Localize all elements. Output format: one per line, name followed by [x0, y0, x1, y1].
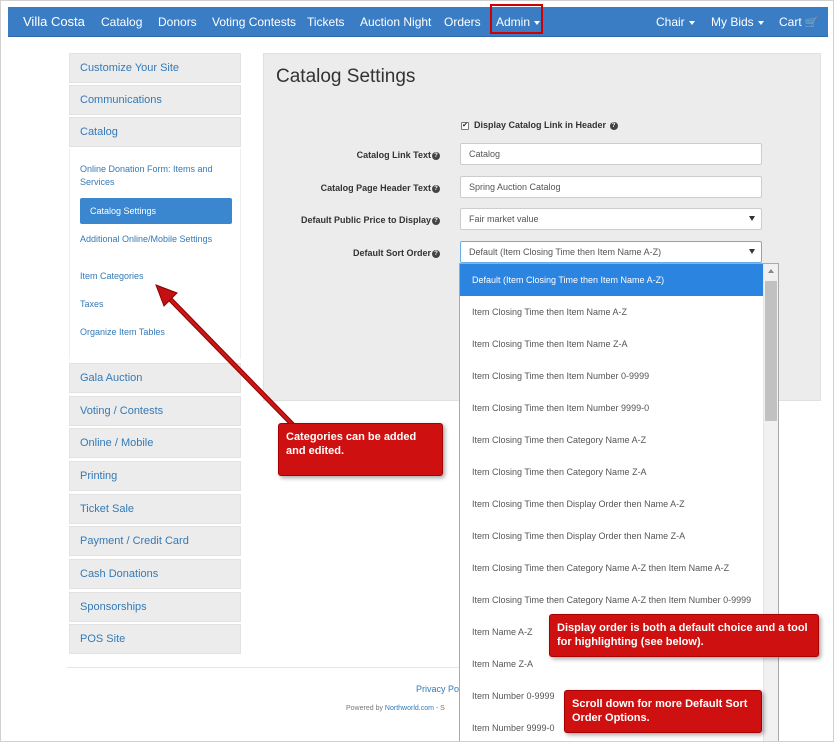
sort-option[interactable]: Item Closing Time then Category Name A-Z: [460, 424, 765, 456]
submenu-taxes[interactable]: Taxes: [80, 298, 232, 311]
sidebar-item-voting-contests[interactable]: Voting / Contests: [69, 396, 241, 426]
display-catalog-link-label: Display Catalog Link in Header ?: [474, 120, 618, 130]
display-catalog-link-checkbox[interactable]: ✔: [461, 122, 469, 130]
sidebar-item-gala-auction[interactable]: Gala Auction: [69, 363, 241, 393]
dropdown-arrow-icon: [749, 249, 755, 254]
page-title: Catalog Settings: [276, 66, 416, 87]
nav-my-bids-dropdown[interactable]: My Bids: [711, 7, 764, 37]
sort-option[interactable]: Item Closing Time then Display Order the…: [460, 520, 765, 552]
label-text: Default Public Price to Display: [300, 215, 431, 225]
callout-categories: Categories can be added and edited.: [278, 423, 443, 476]
default-sort-order-label: Default Sort Order?: [353, 248, 440, 258]
sort-option[interactable]: Item Closing Time then Category Name A-Z…: [460, 552, 765, 584]
nav-donors[interactable]: Donors: [158, 7, 197, 37]
sidebar-item-ticket-sale[interactable]: Ticket Sale: [69, 494, 241, 524]
caret-down-icon: [757, 20, 764, 25]
callout-scroll-down: Scroll down for more Default Sort Order …: [564, 690, 762, 733]
brand-link[interactable]: Villa Costa: [23, 7, 85, 37]
sidebar-item-customize-site[interactable]: Customize Your Site: [69, 53, 241, 83]
scrollbar-thumb[interactable]: [765, 281, 777, 421]
help-icon[interactable]: ?: [432, 151, 440, 160]
sidebar-item-cash-donations[interactable]: Cash Donations: [69, 559, 241, 589]
caret-down-icon: [688, 20, 695, 25]
checkbox-label-text: Display Catalog Link in Header: [474, 120, 607, 130]
sidebar-item-pos-site[interactable]: POS Site: [69, 624, 241, 654]
sort-option[interactable]: Item Closing Time then Category Name Z-A: [460, 456, 765, 488]
top-navbar: Villa Costa Catalog Donors Voting Contes…: [8, 7, 828, 37]
sort-option[interactable]: Item Closing Time then Display Order the…: [460, 488, 765, 520]
screenshot-frame: Villa Costa Catalog Donors Voting Contes…: [0, 0, 834, 742]
sort-option[interactable]: Item Closing Time then Item Number 9999-…: [460, 392, 765, 424]
nav-chair-label: Chair: [656, 15, 685, 29]
label-text: Catalog Page Header Text: [320, 183, 431, 193]
sort-order-options-list[interactable]: Default (Item Closing Time then Item Nam…: [459, 263, 779, 741]
help-icon[interactable]: ?: [432, 184, 440, 193]
dropdown-scrollbar[interactable]: [763, 264, 778, 741]
select-value: Default (Item Closing Time then Item Nam…: [469, 247, 662, 257]
default-price-select[interactable]: Fair market value: [460, 208, 762, 230]
nav-orders[interactable]: Orders: [444, 7, 481, 37]
sidebar-item-payment-credit-card[interactable]: Payment / Credit Card: [69, 526, 241, 556]
sort-option[interactable]: Item Closing Time then Item Name A-Z: [460, 296, 765, 328]
label-text: Catalog Link Text: [356, 150, 431, 160]
sidebar-item-online-mobile[interactable]: Online / Mobile: [69, 428, 241, 458]
nav-my-bids-label: My Bids: [711, 15, 754, 29]
sidebar-item-catalog[interactable]: Catalog: [69, 117, 241, 147]
scroll-up-arrow-icon[interactable]: [768, 269, 774, 273]
nav-cart-label: Cart: [779, 15, 802, 29]
powered-by-text: Powered by Northworld.com - S: [346, 705, 445, 712]
nav-auction-night[interactable]: Auction Night: [360, 7, 431, 37]
powered-by-prefix: Powered by: [346, 705, 385, 712]
sidebar-item-sponsorships[interactable]: Sponsorships: [69, 592, 241, 622]
sidebar-item-communications[interactable]: Communications: [69, 85, 241, 115]
help-icon[interactable]: ?: [609, 121, 618, 130]
help-icon[interactable]: ?: [432, 216, 440, 225]
callout-display-order: Display order is both a default choice a…: [549, 614, 819, 657]
admin-highlight-box: [490, 4, 543, 34]
dropdown-arrow-icon: [749, 216, 755, 221]
footer-divider: [67, 667, 461, 668]
powered-by-suffix: - S: [433, 705, 445, 712]
sort-option[interactable]: Item Closing Time then Item Name Z-A: [460, 328, 765, 360]
select-value: Fair market value: [469, 214, 539, 224]
sort-option[interactable]: Default (Item Closing Time then Item Nam…: [460, 264, 765, 296]
catalog-header-text-input[interactable]: Spring Auction Catalog: [460, 176, 762, 198]
cart-icon: 🛒: [804, 17, 819, 29]
nav-voting-contests[interactable]: Voting Contests: [212, 7, 296, 37]
nav-chair-dropdown[interactable]: Chair: [656, 7, 695, 37]
catalog-submenu: Online Donation Form: Items and Services…: [69, 149, 241, 359]
sidebar-item-printing[interactable]: Printing: [69, 461, 241, 491]
nav-tickets[interactable]: Tickets: [307, 7, 345, 37]
catalog-header-text-label: Catalog Page Header Text?: [321, 183, 440, 193]
northworld-link[interactable]: Northworld.com: [385, 705, 434, 712]
submenu-catalog-settings[interactable]: Catalog Settings: [80, 198, 232, 224]
label-text: Default Sort Order: [352, 248, 431, 258]
nav-cart[interactable]: Cart 🛒: [779, 7, 818, 37]
submenu-item-categories[interactable]: Item Categories: [80, 270, 232, 283]
submenu-additional-settings[interactable]: Additional Online/Mobile Settings: [80, 233, 232, 246]
default-price-label: Default Public Price to Display?: [301, 215, 440, 225]
submenu-online-donation-form[interactable]: Online Donation Form: Items and Services: [80, 163, 232, 189]
catalog-link-text-input[interactable]: Catalog: [460, 143, 762, 165]
catalog-link-text-label: Catalog Link Text?: [357, 150, 440, 160]
sort-option[interactable]: Item Closing Time then Item Number 0-999…: [460, 360, 765, 392]
default-sort-order-select[interactable]: Default (Item Closing Time then Item Nam…: [460, 241, 762, 263]
sort-option[interactable]: Item Closing Time then Category Name A-Z…: [460, 584, 765, 616]
submenu-organize-item-tables[interactable]: Organize Item Tables: [80, 326, 232, 339]
privacy-policy-link[interactable]: Privacy Po: [416, 684, 459, 694]
nav-catalog[interactable]: Catalog: [101, 7, 142, 37]
help-icon[interactable]: ?: [432, 249, 440, 258]
